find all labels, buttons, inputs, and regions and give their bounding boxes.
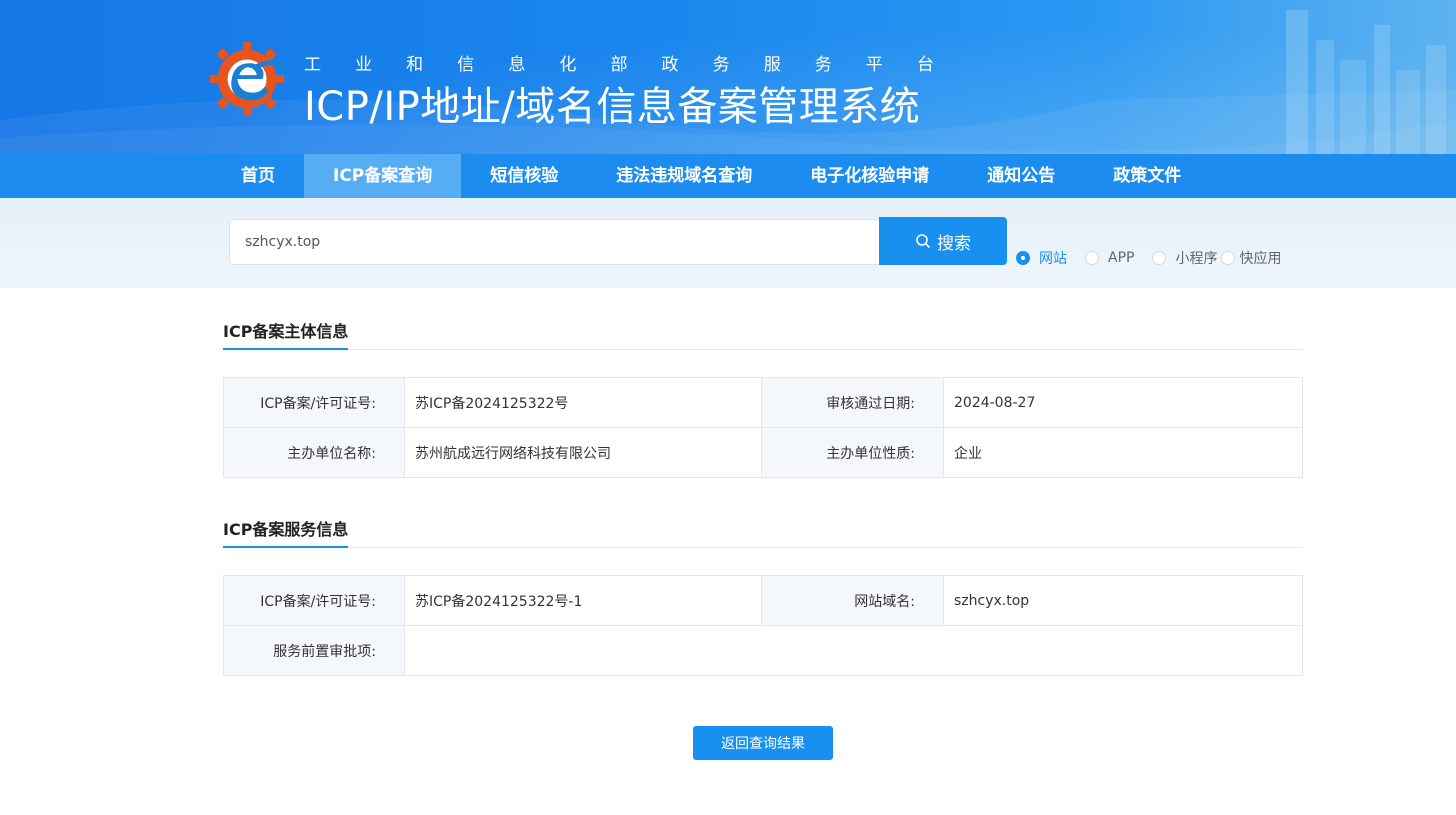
org-nature-label: 主办单位性质: (761, 427, 944, 478)
service-license-value: 苏ICP备2024125322号-1 (404, 575, 762, 626)
radio-dot (1152, 251, 1167, 265)
radio-mini-program[interactable]: 小程序 (1152, 248, 1217, 268)
service-info-section: ICP备案服务信息 ICP备案/许可证号: 苏ICP备2024125322号-1… (223, 518, 1303, 676)
radio-website[interactable]: 网站 (1016, 248, 1067, 268)
city-skyline-icon (1286, 10, 1446, 154)
subtitle-char: 息 (508, 55, 526, 75)
radio-dot (1221, 251, 1236, 265)
system-title: ICP/IP地址/域名信息备案管理系统 (304, 84, 921, 130)
main-nav: 首页 ICP备案查询 短信核验 违法违规域名查询 电子化核验申请 通知公告 政策… (0, 154, 1456, 198)
subtitle-char: 务 (712, 55, 730, 75)
nav-item-e-verify[interactable]: 电子化核验申请 (781, 154, 958, 198)
service-info-title: ICP备案服务信息 (223, 518, 349, 548)
radio-dot (1085, 251, 1099, 265)
approval-date-label: 审核通过日期: (761, 377, 944, 428)
license-value: 苏ICP备2024125322号 (404, 377, 762, 428)
nav-item-policies[interactable]: 政策文件 (1084, 154, 1210, 198)
back-to-results-button[interactable]: 返回查询结果 (693, 726, 833, 760)
radio-app[interactable]: APP (1085, 250, 1134, 266)
nav-item-home[interactable]: 首页 (212, 154, 304, 198)
search-button-label: 搜索 (937, 233, 971, 254)
search-bar: 搜索 网站 APP 小程序 快应用 (0, 198, 1456, 288)
subtitle-char: 和 (406, 55, 424, 75)
radio-label: 小程序 (1175, 251, 1218, 267)
radio-label: APP (1108, 250, 1135, 266)
pre-approval-label: 服务前置审批项: (223, 625, 405, 676)
table-row: ICP备案/许可证号: 苏ICP备2024125322号-1 网站域名: szh… (223, 575, 1303, 626)
radio-quick-app[interactable]: 快应用 (1221, 248, 1281, 268)
subtitle-char: 台 (916, 55, 934, 75)
search-type-group: 网站 APP 小程序 快应用 (1016, 248, 1299, 268)
nav-item-notices[interactable]: 通知公告 (958, 154, 1084, 198)
logo-icon (210, 41, 285, 117)
subtitle-char: 化 (559, 55, 577, 75)
service-license-label: ICP备案/许可证号: (223, 575, 405, 626)
header-banner: 工 业 和 信 息 化 部 政 务 服 务 平 台 ICP/IP地址/域名信息备… (0, 0, 1456, 154)
nav-item-illegal-domain[interactable]: 违法违规域名查询 (587, 154, 781, 198)
subtitle-char: 工 (304, 55, 321, 75)
subtitle-char: 业 (355, 55, 373, 75)
search-icon (916, 234, 930, 248)
subject-info-table: ICP备案/许可证号: 苏ICP备2024125322号 审核通过日期: 202… (223, 377, 1303, 478)
subtitle-char: 信 (457, 55, 475, 75)
pre-approval-value (404, 625, 1303, 676)
search-input[interactable] (229, 219, 880, 265)
org-nature-value: 企业 (943, 427, 1303, 478)
license-label: ICP备案/许可证号: (223, 377, 405, 428)
subtitle-char: 政 (661, 55, 679, 75)
approval-date-value: 2024-08-27 (943, 377, 1303, 428)
service-info-table: ICP备案/许可证号: 苏ICP备2024125322号-1 网站域名: szh… (223, 575, 1303, 676)
nav-item-icp-query[interactable]: ICP备案查询 (304, 154, 462, 198)
domain-value: szhcyx.top (943, 575, 1303, 626)
nav-item-sms-verify[interactable]: 短信核验 (461, 154, 587, 198)
subtitle-char: 服 (763, 55, 781, 75)
section-title: ICP备案主体信息 (223, 320, 1303, 350)
subtitle-char: 平 (865, 55, 883, 75)
radio-label: 网站 (1039, 251, 1067, 267)
table-row: 服务前置审批项: (223, 625, 1303, 676)
section-title: ICP备案服务信息 (223, 518, 1303, 548)
org-name-value: 苏州航成远行网络科技有限公司 (404, 427, 762, 478)
banner-subtitle: 工 业 和 信 息 化 部 政 务 服 务 平 台 (304, 50, 934, 75)
subtitle-char: 部 (610, 55, 628, 75)
subtitle-char: 务 (814, 55, 832, 75)
table-row: 主办单位名称: 苏州航成远行网络科技有限公司 主办单位性质: 企业 (223, 427, 1303, 478)
domain-label: 网站域名: (761, 575, 944, 626)
radio-dot (1016, 251, 1030, 265)
subject-info-section: ICP备案主体信息 ICP备案/许可证号: 苏ICP备2024125322号 审… (223, 320, 1303, 478)
subject-info-title: ICP备案主体信息 (223, 320, 349, 350)
radio-label: 快应用 (1239, 251, 1282, 267)
search-button[interactable]: 搜索 (879, 217, 1007, 265)
org-name-label: 主办单位名称: (223, 427, 405, 478)
table-row: ICP备案/许可证号: 苏ICP备2024125322号 审核通过日期: 202… (223, 377, 1303, 428)
